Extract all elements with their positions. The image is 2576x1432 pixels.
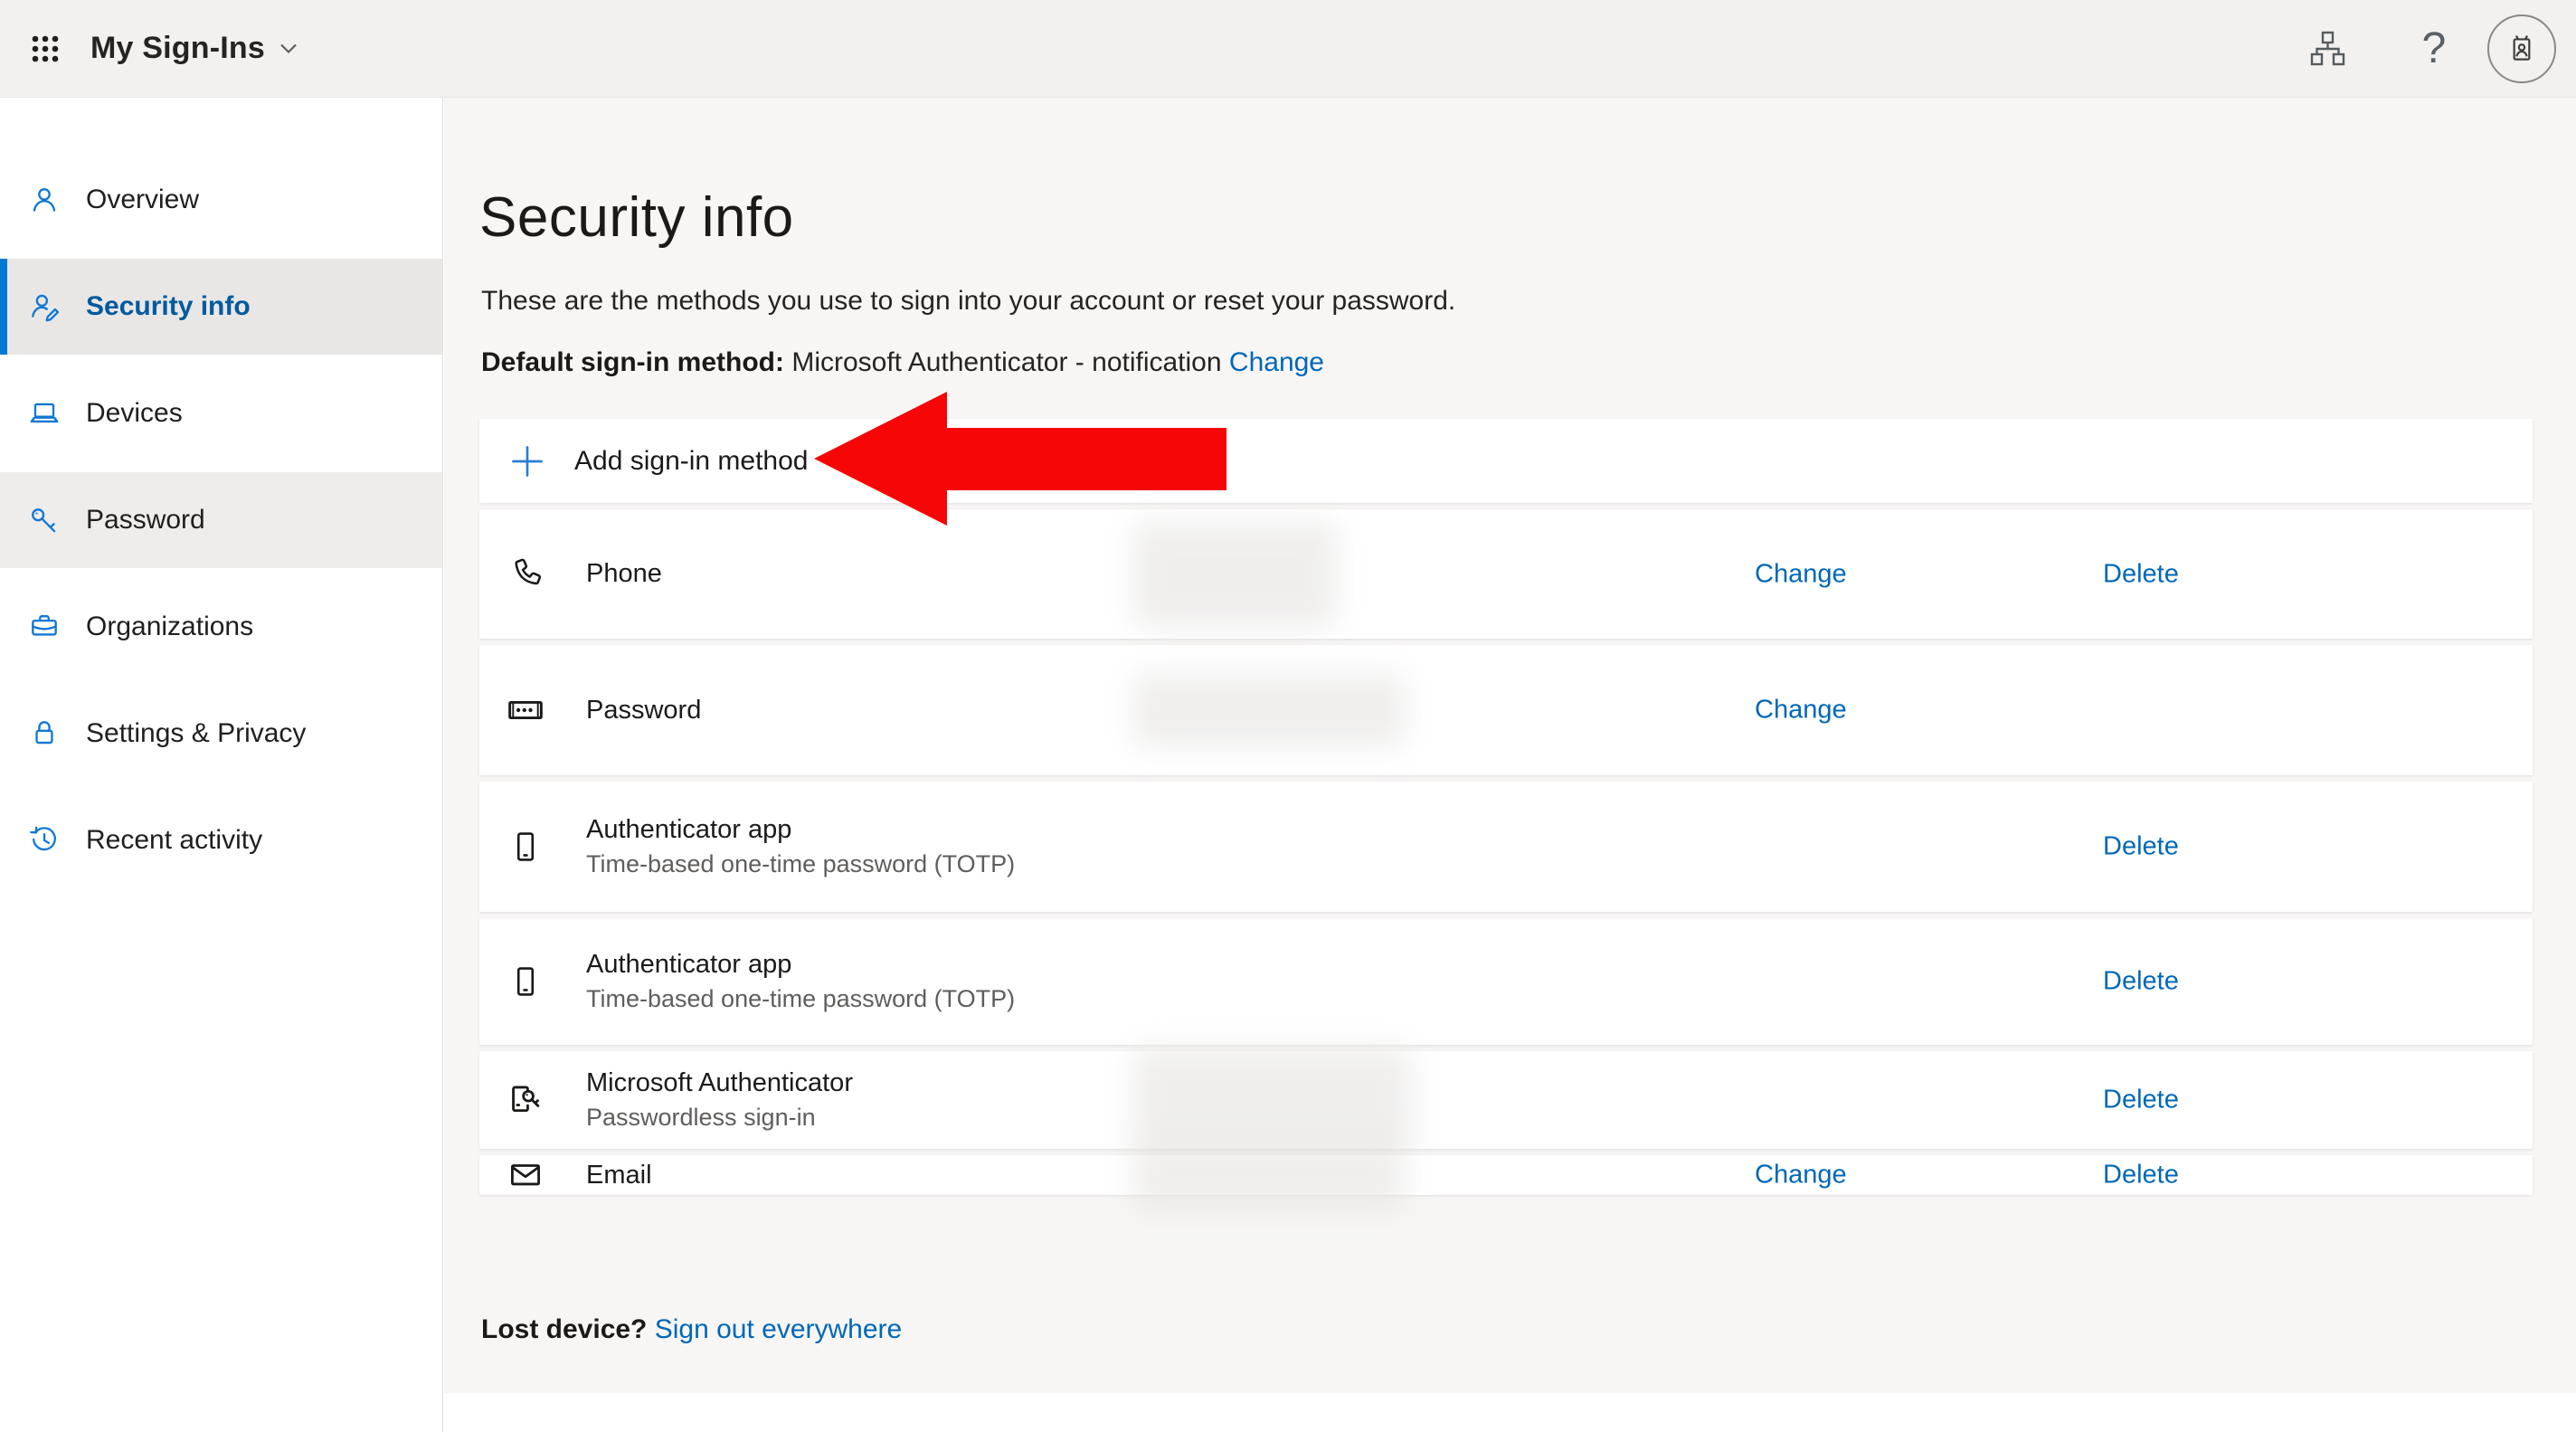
method-row-microsoft-authenticator: Microsoft Authenticator Passwordless sign… <box>479 1048 2533 1152</box>
method-row-authenticator-app: Authenticator app Time-based one-time pas… <box>479 918 2533 1045</box>
chevron-down-icon <box>279 43 298 54</box>
page-title: Security info <box>479 185 794 249</box>
sidebar-item-label: Security info <box>86 291 251 321</box>
method-text: Authenticator app Time-based one-time pas… <box>586 950 1015 1013</box>
app-title: My Sign-Ins <box>90 31 265 65</box>
lost-device-label: Lost device? <box>481 1314 648 1344</box>
method-row-phone: Phone Change Delete <box>479 509 2533 639</box>
sidebar-item-label: Recent activity <box>86 825 263 855</box>
default-signin-label: Default sign-in method: <box>481 347 784 377</box>
phone-handset-icon <box>506 555 545 594</box>
sidebar-item-overview[interactable]: Overview <box>0 152 442 248</box>
key-icon <box>27 503 62 537</box>
sidebar-item-devices[interactable]: Devices <box>0 365 442 461</box>
help-icon: ? <box>2421 24 2447 72</box>
page-description: These are the methods you use to sign in… <box>481 286 1456 316</box>
add-signin-method-button[interactable]: Add sign-in method <box>479 419 2533 503</box>
delete-link[interactable]: Delete <box>2103 1161 2179 1190</box>
sidebar-item-password[interactable]: Password <box>0 472 442 568</box>
method-label: Email <box>586 1160 652 1190</box>
redacted-value <box>1133 1139 1405 1211</box>
account-avatar[interactable] <box>2487 14 2556 83</box>
app-launcher-icon <box>29 33 62 65</box>
laptop-icon <box>27 396 62 431</box>
sidebar-item-organizations[interactable]: Organizations <box>0 579 442 675</box>
method-label: Phone <box>586 559 662 588</box>
method-sublabel: Time-based one-time password (TOTP) <box>586 850 1016 877</box>
org-chart-icon <box>2307 30 2347 68</box>
sidebar-item-label: Settings & Privacy <box>86 718 307 748</box>
default-signin-line: Default sign-in method: Microsoft Authen… <box>481 347 1324 378</box>
method-sublabel: Passwordless sign-in <box>586 1104 816 1131</box>
delete-link[interactable]: Delete <box>2103 967 2179 997</box>
sidebar-item-security-info[interactable]: Security info <box>0 259 442 355</box>
sidebar-item-label: Devices <box>86 398 183 428</box>
briefcase-icon <box>27 610 62 644</box>
sidebar-item-label: Organizations <box>86 612 254 641</box>
person-edit-icon <box>27 289 62 324</box>
add-signin-method-label: Add sign-in method <box>574 445 809 476</box>
top-bar: My Sign-Ins ? <box>0 0 2576 98</box>
method-text: Phone <box>586 559 662 589</box>
method-text: Password <box>586 696 701 725</box>
mobile-device-icon <box>506 827 545 867</box>
avatar-badge-icon <box>2504 31 2540 67</box>
delete-link[interactable]: Delete <box>2103 1086 2179 1115</box>
history-icon <box>27 823 62 858</box>
top-bar-actions: ? <box>2274 0 2576 97</box>
change-link[interactable]: Change <box>1755 559 1847 589</box>
sidebar-nav: Overview Security info Devices Password Orga… <box>0 98 443 1432</box>
device-key-icon <box>506 1080 545 1120</box>
sign-out-everywhere-link[interactable]: Sign out everywhere <box>655 1314 903 1344</box>
method-text: Email <box>586 1161 652 1190</box>
organization-switch-button[interactable] <box>2274 0 2381 97</box>
method-row-email: Email Change Delete <box>479 1139 2533 1211</box>
change-link[interactable]: Change <box>1755 696 1847 725</box>
method-label: Authenticator app <box>586 815 792 844</box>
default-signin-value: Microsoft Authenticator - notification <box>791 347 1222 377</box>
redacted-value <box>1133 674 1405 746</box>
help-button[interactable]: ? <box>2381 0 2487 97</box>
method-text: Microsoft Authenticator Passwordless sign… <box>586 1068 853 1132</box>
sidebar-item-label: Password <box>86 505 205 535</box>
sidebar-item-label: Overview <box>86 185 200 214</box>
method-row-authenticator-app: Authenticator app Time-based one-time pas… <box>479 782 2533 912</box>
method-label: Microsoft Authenticator <box>586 1068 853 1097</box>
signin-methods-table: Add sign-in method Phone Change Delete Pass… <box>479 419 2533 1211</box>
sidebar-item-recent-activity[interactable]: Recent activity <box>0 792 442 888</box>
mobile-device-icon <box>506 962 545 1001</box>
delete-link[interactable]: Delete <box>2103 832 2179 862</box>
method-label: Password <box>586 695 702 725</box>
plus-icon <box>507 441 547 481</box>
sidebar-item-settings-and-privacy[interactable]: Settings & Privacy <box>0 686 442 782</box>
app-title-menu[interactable]: My Sign-Ins <box>90 31 298 66</box>
method-text: Authenticator app Time-based one-time pas… <box>586 815 1015 878</box>
lost-device-line: Lost device? Sign out everywhere <box>481 1314 902 1345</box>
default-signin-change-link[interactable]: Change <box>1229 347 1324 377</box>
password-field-icon <box>506 690 545 730</box>
redacted-value <box>1133 1048 1412 1152</box>
app-launcher-button[interactable] <box>0 0 90 97</box>
person-icon <box>27 183 62 217</box>
main-content: Security info These are the methods you … <box>444 98 2576 1393</box>
redacted-value <box>1133 521 1337 627</box>
method-sublabel: Time-based one-time password (TOTP) <box>586 985 1016 1012</box>
change-link[interactable]: Change <box>1755 1161 1847 1190</box>
lock-icon <box>27 716 62 751</box>
method-row-password: Password Change <box>479 645 2533 775</box>
delete-link[interactable]: Delete <box>2103 559 2179 589</box>
envelope-icon <box>506 1155 545 1195</box>
method-label: Authenticator app <box>586 950 792 979</box>
